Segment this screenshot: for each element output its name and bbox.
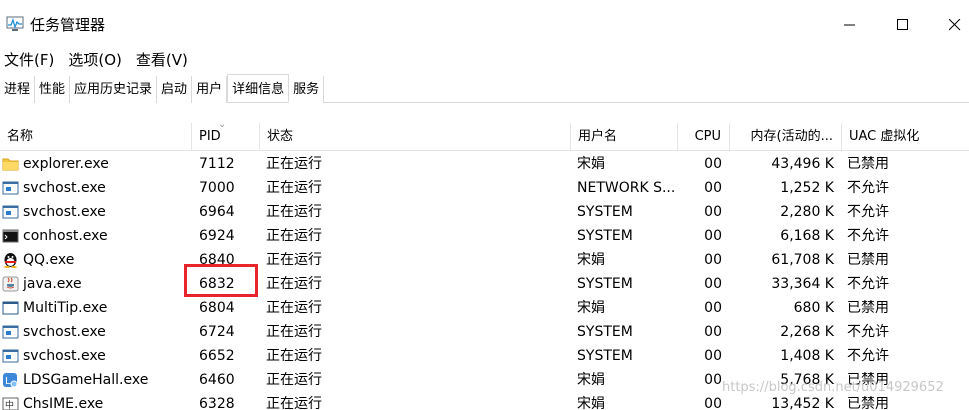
maximize-button[interactable]: [883, 8, 923, 42]
menu-bar: 文件(F) 选项(O) 查看(V): [0, 48, 198, 72]
task-manager-icon: [6, 16, 24, 32]
tab-services[interactable]: 服务: [289, 76, 325, 103]
table-row[interactable]: java.exe 6832 正在运行 SYSTEM 00 33,364 K 不允…: [0, 272, 969, 296]
table-row[interactable]: svchost.exe 7000 正在运行 NETWORK S... 00 1,…: [0, 176, 969, 200]
column-header-name[interactable]: 名称: [0, 123, 192, 151]
sort-descending-icon: ⌄: [218, 119, 227, 130]
table-body: explorer.exe 7112 正在运行 宋娟 00 43,496 K 已禁…: [0, 152, 969, 410]
maximize-icon: [897, 19, 908, 30]
table-row[interactable]: QQ.exe 6840 正在运行 宋娟 00 61,708 K 已禁用: [0, 248, 969, 272]
tab-strip: 进程 性能 应用历史记录 启动 用户 详细信息 服务: [0, 74, 969, 103]
table-header: 名称 ⌄ PID 状态 用户名 CPU 内存(活动的... UAC 虚拟化: [0, 119, 969, 151]
table-row[interactable]: svchost.exe 6964 正在运行 SYSTEM 00 2,280 K …: [0, 200, 969, 224]
tab-users[interactable]: 用户: [192, 76, 228, 103]
minimize-button[interactable]: [830, 8, 870, 42]
tab-details[interactable]: 详细信息: [227, 74, 290, 102]
table-row[interactable]: explorer.exe 7112 正在运行 宋娟 00 43,496 K 已禁…: [0, 152, 969, 176]
column-header-status[interactable]: 状态: [260, 123, 571, 151]
table-row[interactable]: svchost.exe 6652 正在运行 SYSTEM 00 1,408 K …: [0, 344, 969, 368]
table-row[interactable]: MultiTip.exe 6804 正在运行 宋娟 00 680 K 已禁用: [0, 296, 969, 320]
column-header-memory[interactable]: 内存(活动的...: [730, 123, 842, 151]
close-icon: [949, 19, 961, 31]
close-button[interactable]: [935, 8, 969, 42]
column-header-user[interactable]: 用户名: [571, 123, 678, 151]
title-bar: 任务管理器: [0, 0, 969, 52]
minimize-icon: [844, 24, 855, 26]
watermark: https://blog.csdn.net/u014929652: [722, 380, 944, 395]
table-row[interactable]: conhost.exe 6924 正在运行 SYSTEM 00 6,168 K …: [0, 224, 969, 248]
tab-app-history[interactable]: 应用历史记录: [70, 76, 158, 103]
column-header-cpu[interactable]: CPU: [678, 123, 730, 151]
window-title: 任务管理器: [30, 16, 106, 34]
column-header-uac[interactable]: UAC 虚拟化: [842, 123, 969, 151]
menu-file[interactable]: 文件(F): [0, 48, 58, 72]
column-header-pid[interactable]: ⌄ PID: [192, 119, 260, 151]
details-table: 名称 ⌄ PID 状态 用户名 CPU 内存(活动的... UAC 虚拟化 ex…: [0, 104, 969, 410]
tab-performance[interactable]: 性能: [35, 76, 71, 103]
tab-processes[interactable]: 进程: [0, 76, 36, 103]
tab-startup[interactable]: 启动: [157, 76, 193, 103]
menu-view[interactable]: 查看(V): [132, 48, 192, 72]
table-row[interactable]: svchost.exe 6724 正在运行 SYSTEM 00 2,268 K …: [0, 320, 969, 344]
menu-options[interactable]: 选项(O): [64, 48, 126, 72]
